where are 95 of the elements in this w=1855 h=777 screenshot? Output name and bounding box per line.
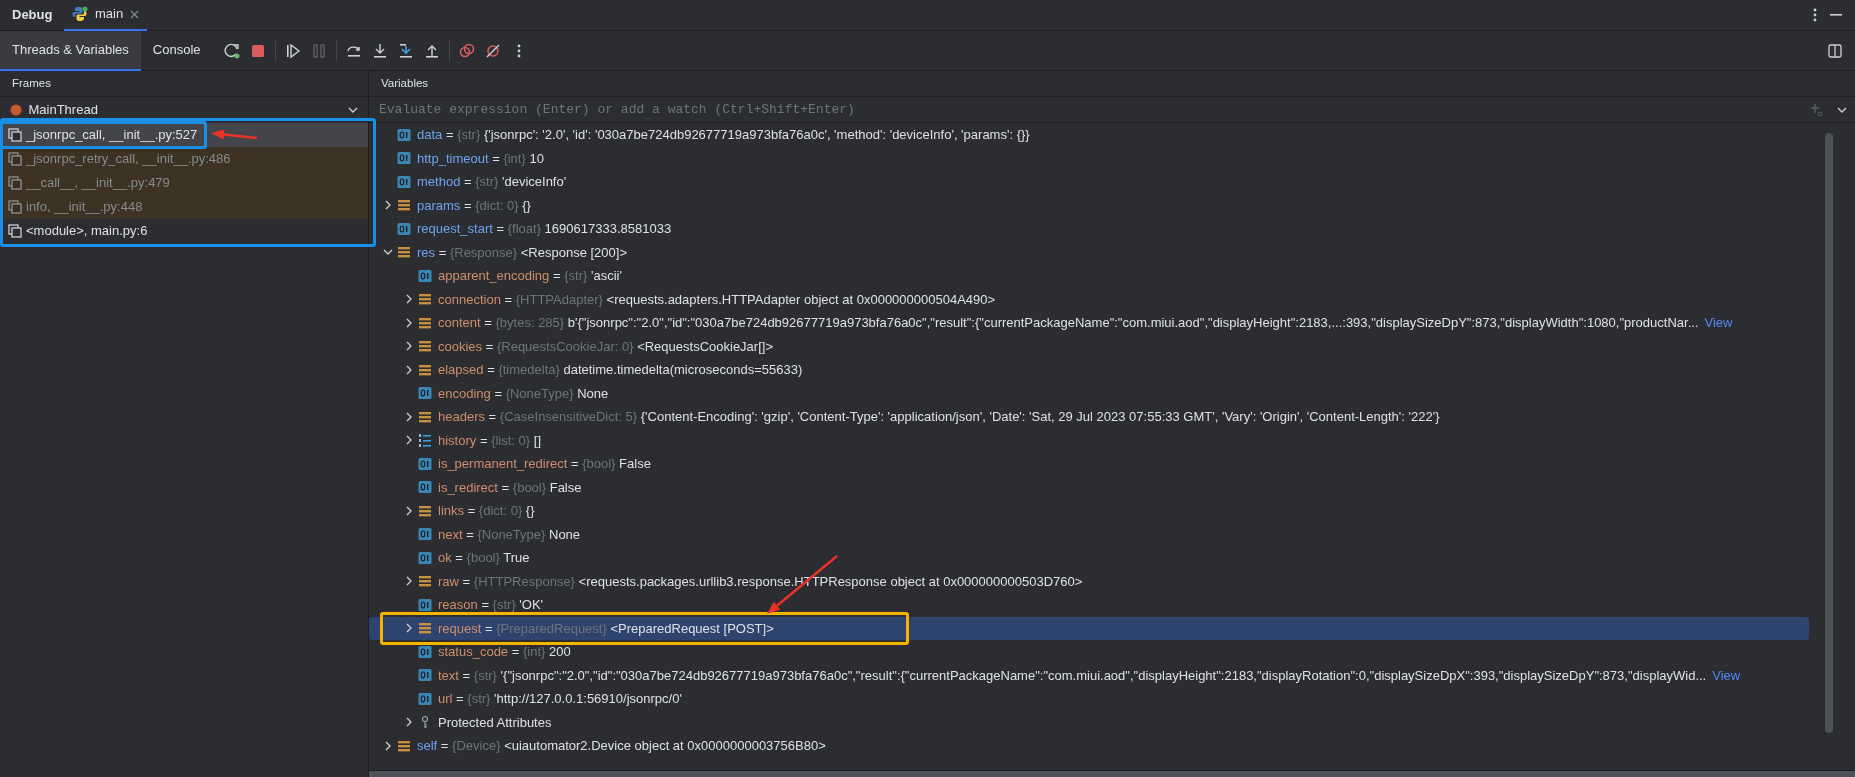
frame-icon — [8, 152, 22, 166]
tree-row[interactable]: cookies = {RequestsCookieJar: 0} <RequestsCookieJar[]> — [369, 334, 1819, 358]
tree-row[interactable]: res = {Response} <Response [200]> — [369, 240, 1819, 264]
field-icon — [418, 268, 432, 283]
chevron-right-icon[interactable] — [406, 623, 412, 634]
field-icon — [397, 174, 411, 189]
chevron-down-icon — [348, 107, 358, 113]
tree-row[interactable]: self = {Device} <uiautomator2.Device object at 0x0000000003756B80> — [369, 734, 1819, 758]
field-icon — [418, 668, 432, 683]
thread-dropdown[interactable]: MainThread — [0, 97, 368, 123]
tree-row[interactable]: request_start = {float} 1690617333.8581033 — [369, 217, 1819, 241]
field-icon — [418, 527, 432, 542]
chevron-right-icon[interactable] — [406, 717, 412, 728]
thread-status-icon — [10, 104, 22, 116]
chevron-right-icon[interactable] — [385, 200, 391, 211]
chevron-right-icon[interactable] — [406, 435, 412, 446]
stack-icon — [418, 339, 432, 354]
frame-icon — [8, 128, 22, 142]
tree-row[interactable]: headers = {CaseInsensitiveDict: 5} {'Content-Encoding': 'gzip', 'Content-Type': 'application/json', 'Date': 'Sat, 29 Jul 2023 07:55:33 GMT', 'Vary': 'Origin', 'Content-Length': '222'} — [369, 405, 1819, 429]
panel-title: Frames — [12, 75, 51, 91]
stack-icon — [397, 198, 411, 213]
chevron-right-icon[interactable] — [406, 505, 412, 516]
tree-row[interactable]: data = {str} {'jsonrpc': '2.0', 'id': '030a7be724db92677719a973bfa76a0c', 'method': 'deviceInfo', 'params': {}} — [369, 123, 1819, 147]
stack-icon — [397, 738, 411, 753]
chevron-right-icon[interactable] — [406, 294, 412, 305]
frame-item[interactable]: <module>, main.py:6 — [0, 219, 368, 243]
frame-item[interactable]: _jsonrpc_retry_call, __init__.py:486 — [0, 147, 368, 171]
view-link[interactable]: View — [1712, 665, 1741, 685]
stack-icon — [418, 292, 432, 307]
tree-row[interactable]: encoding = {NoneType} None — [369, 381, 1819, 405]
tree-row[interactable]: elapsed = {timedelta} datetime.timedelta(microseconds=55633) — [369, 358, 1819, 382]
field-icon — [418, 386, 432, 401]
tree-row[interactable]: text = {str} '{"jsonrpc":"2.0","id":"030a7be724db92677719a973bfa76a0c","result":{"currentPackageName":"com.miui.aod","displayHeight":2183,"displayRotation":0,"displaySizeDpX":393,"displaySizeDpY":873,"displayWid... View — [369, 663, 1819, 687]
stack-icon — [418, 315, 432, 330]
tree-row[interactable]: content = {bytes: 285} b'{"jsonrpc":"2.0","id":"030a7be724db92677719a973bfa76a0c","result":{"currentPackageName":"com.miui.aod","displayHeight":2183,...:393,"displaySizeDpY":873,"displayWidth":1080,"productNar... View — [369, 311, 1819, 335]
tree-row[interactable]: params = {dict: 0} {} — [369, 193, 1819, 217]
stack-icon — [418, 362, 432, 377]
tool-window-title: Debug — [11, 6, 54, 25]
field-icon — [397, 151, 411, 166]
thread-name: MainThread — [28, 101, 98, 120]
view-tab[interactable]: Threads & Variables — [0, 30, 141, 71]
chevron-down-icon[interactable] — [383, 249, 393, 256]
tree-row[interactable]: method = {str} 'deviceInfo' — [369, 170, 1819, 194]
field-icon — [418, 691, 432, 706]
tree-row[interactable]: connection = {HTTPAdapter} <requests.adapters.HTTPAdapter object at 0x000000000504A490> — [369, 287, 1819, 311]
vertical-scrollbar[interactable] — [1825, 133, 1833, 733]
tree-row[interactable]: ok = {bool} True — [369, 546, 1819, 570]
field-icon — [418, 456, 432, 471]
field-icon — [418, 644, 432, 659]
layout-icon[interactable] — [1828, 43, 1842, 58]
stack-icon — [418, 409, 432, 424]
frame-icon — [8, 224, 22, 238]
field-icon — [418, 597, 432, 612]
chevron-right-icon[interactable] — [406, 364, 412, 375]
tree-row[interactable]: request = {PreparedRequest} <PreparedRequest [POST]> — [369, 616, 1809, 640]
field-icon — [397, 127, 411, 142]
stack-icon — [418, 574, 432, 589]
tree-row[interactable]: url = {str} 'http://127.0.0.1:56910/jsonrpc/0' — [369, 687, 1819, 711]
tree-row[interactable]: next = {NoneType} None — [369, 522, 1819, 546]
frame-item[interactable]: __call__, __init__.py:479 — [0, 171, 368, 195]
chevron-right-icon[interactable] — [406, 411, 412, 422]
close-icon[interactable] — [129, 9, 139, 19]
stack-icon — [397, 245, 411, 260]
frame-icon — [8, 200, 22, 214]
python-icon — [72, 6, 89, 22]
tree-row[interactable]: reason = {str} 'OK' — [369, 593, 1819, 617]
view-link[interactable]: View — [1704, 313, 1733, 333]
list-icon — [418, 433, 432, 448]
stack-icon — [418, 503, 432, 518]
chevron-down-icon[interactable] — [1837, 106, 1847, 113]
tree-row[interactable]: history = {list: 0} [] — [369, 428, 1819, 452]
field-icon — [418, 550, 432, 565]
tree-row[interactable]: http_timeout = {int} 10 — [369, 146, 1819, 170]
chevron-right-icon[interactable] — [406, 341, 412, 352]
tree-row[interactable]: is_redirect = {bool} False — [369, 475, 1819, 499]
field-icon — [418, 480, 432, 495]
chevron-right-icon[interactable] — [385, 740, 391, 751]
frame-item[interactable]: _jsonrpc_call, __init__.py:527 — [0, 123, 368, 147]
horizontal-scrollbar[interactable] — [369, 771, 1855, 777]
frame-icon — [8, 176, 22, 190]
arrow-annotation — [211, 129, 258, 140]
chevron-right-icon[interactable] — [406, 576, 412, 587]
tree-row[interactable]: apparent_encoding = {str} 'ascii' — [369, 264, 1819, 288]
tree-row[interactable]: Protected Attributes — [369, 710, 1819, 734]
evaluate-field[interactable]: Evaluate expression (Enter) or add a watch (Ctrl+Shift+Enter) — [377, 98, 1810, 121]
panel-title: Variables — [381, 75, 429, 91]
field-icon — [397, 221, 411, 236]
tree-row[interactable]: links = {dict: 0} {} — [369, 499, 1819, 523]
chevron-right-icon[interactable] — [406, 317, 412, 328]
view-tab[interactable]: Console — [140, 30, 213, 71]
frame-item[interactable]: info, __init__.py:448 — [0, 195, 368, 219]
more-icon[interactable] — [1813, 8, 1817, 22]
tree-row[interactable]: status_code = {int} 200 — [369, 640, 1819, 664]
stack-icon — [418, 621, 432, 636]
tree-row[interactable]: is_permanent_redirect = {bool} False — [369, 452, 1819, 476]
